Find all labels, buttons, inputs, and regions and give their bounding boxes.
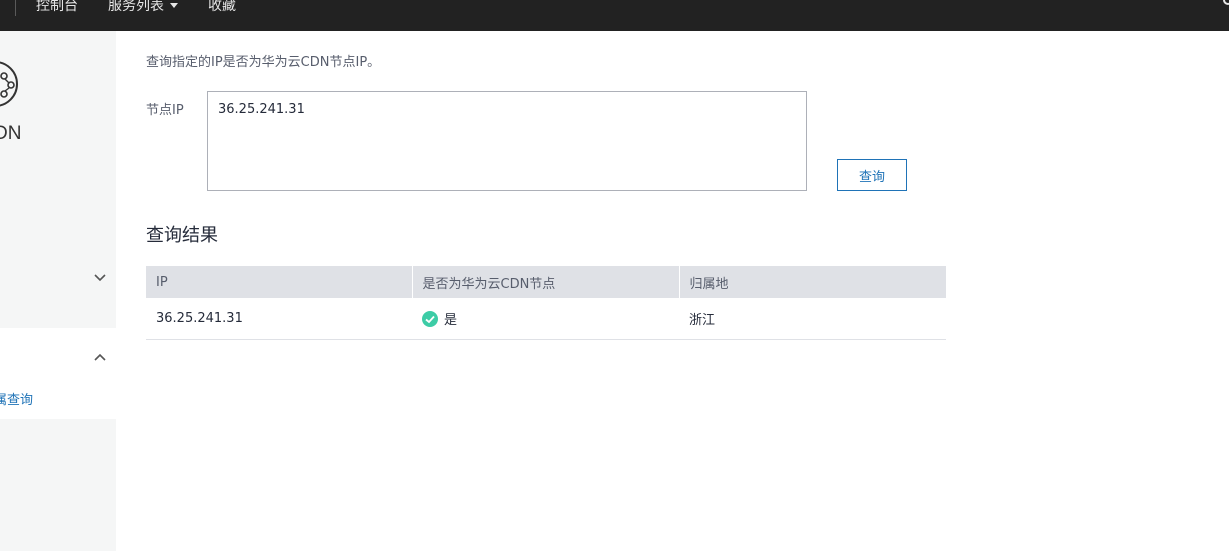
table-header-row: IP 是否为华为云CDN节点 归属地 [146, 266, 946, 298]
is-cdn-value: 是 [444, 312, 458, 328]
cell-ip: 36.25.241.31 [146, 298, 412, 340]
results-table: IP 是否为华为云CDN节点 归属地 36.25.241.31 是 浙江 [146, 266, 946, 340]
node-ip-input[interactable] [207, 91, 807, 191]
nav-service-list[interactable]: 服务列表 [108, 0, 178, 15]
table-row: 36.25.241.31 是 浙江 [146, 298, 946, 340]
topbar-divider [15, 0, 16, 16]
service-name: DN [0, 123, 22, 144]
cell-is-cdn: 是 [412, 298, 679, 340]
chevron-down-icon [170, 3, 178, 8]
nav-favorites[interactable]: 收藏 [208, 0, 236, 15]
main-content: 查询指定的IP是否为华为云CDN节点IP。 节点IP 查询 查询结果 IP 是否… [116, 31, 1229, 551]
nav-console[interactable]: 控制台 [36, 0, 78, 15]
query-button[interactable]: 查询 [837, 159, 907, 191]
nav-service-list-label: 服务列表 [108, 0, 164, 14]
column-header-location: 归属地 [679, 266, 946, 298]
page-description: 查询指定的IP是否为华为云CDN节点IP。 [146, 55, 381, 70]
user-icon[interactable] [1223, 0, 1229, 5]
cell-location: 浙江 [679, 298, 946, 340]
cdn-logo-icon [0, 61, 18, 107]
results-title: 查询结果 [146, 225, 218, 246]
sidebar: DN 属查询 [0, 31, 116, 551]
chevron-down-icon[interactable] [94, 271, 106, 283]
check-circle-icon [422, 310, 438, 327]
chevron-up-icon[interactable] [94, 352, 106, 364]
sidebar-item-ip-query[interactable]: 属查询 [0, 389, 33, 408]
column-header-ip: IP [146, 266, 413, 298]
column-header-is-cdn: 是否为华为云CDN节点 [412, 266, 680, 298]
top-navigation-bar: 控制台 服务列表 收藏 [0, 0, 1229, 31]
node-ip-label: 节点IP [146, 103, 184, 118]
